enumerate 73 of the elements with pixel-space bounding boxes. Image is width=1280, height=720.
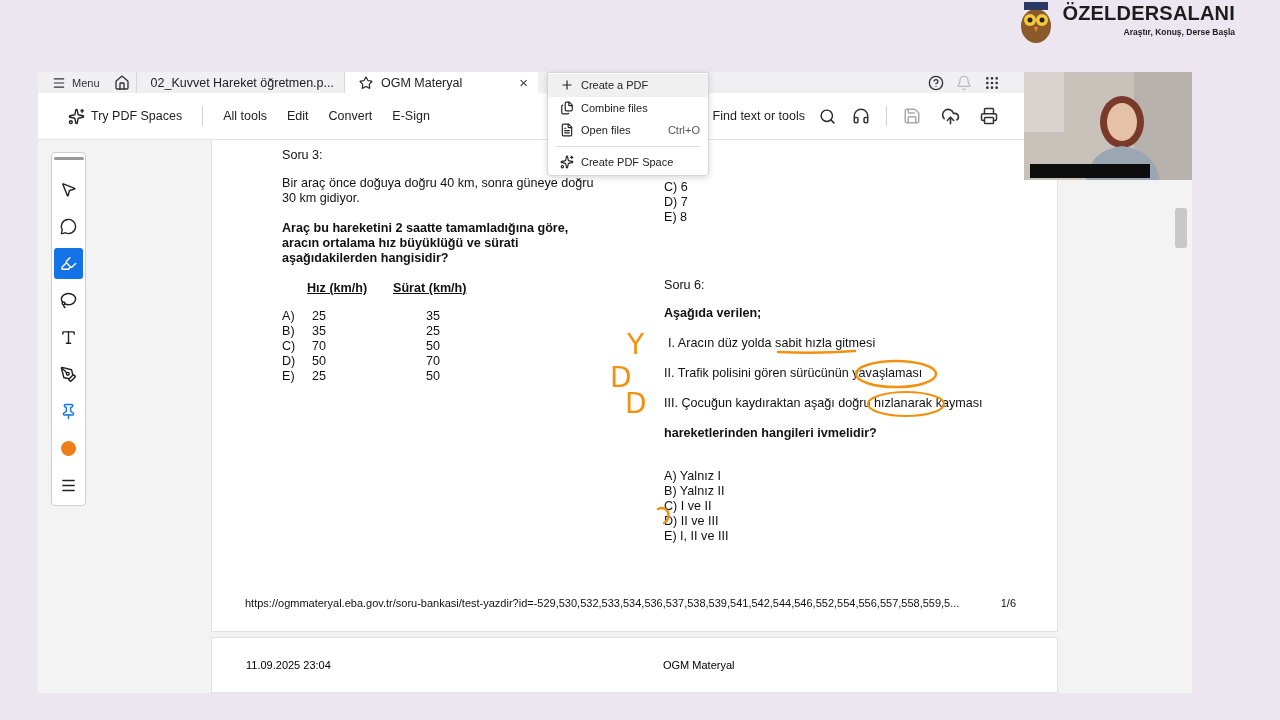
help-icon[interactable] — [928, 74, 944, 91]
answer-option: B) Yalnız II — [664, 484, 729, 499]
pointer-icon[interactable] — [60, 181, 77, 198]
document-icon[interactable] — [560, 123, 574, 138]
pin-icon[interactable] — [60, 403, 77, 420]
page-url: https://ogmmateryal.eba.gov.tr/soru-bankasi/test-yazdir?id=-529,530,532,533,534,536,537,538,539,541,542,544,546,552,554,556,557,558,559,5... — [245, 596, 960, 611]
color-dot-icon[interactable] — [61, 441, 76, 456]
answer-option: C) I ve II — [664, 499, 729, 514]
question-text: Bir araç önce doğuya doğru 40 km, sonra güneye doğru 30 km gidiyor. — [282, 176, 595, 206]
answer-option: A) Yalnız I — [664, 469, 729, 484]
menu-item[interactable]: Create a PDF — [548, 74, 708, 97]
headphones-icon[interactable] — [852, 107, 870, 125]
brand-name: ÖZELDERSALANI — [1062, 2, 1235, 25]
menu-button[interactable]: Menu — [38, 72, 108, 93]
question-intro: Aşağıda verilen; — [664, 306, 762, 321]
statement: I. Aracın düz yolda sabit hızla gitmesi — [667, 336, 876, 351]
sparkle-icon[interactable] — [560, 154, 574, 169]
grid-icon[interactable] — [984, 74, 1000, 91]
try-spaces-button[interactable]: Try PDF Spaces — [58, 101, 193, 131]
toolbar-menu[interactable]: Edit — [277, 101, 319, 131]
handwritten-mark: D — [625, 390, 647, 418]
star-icon[interactable] — [358, 75, 373, 90]
upload-icon[interactable] — [941, 106, 960, 126]
brand-tagline: Araştır, Konuş, Derse Başla — [1123, 27, 1235, 37]
table-cell-text: 50 — [311, 354, 327, 369]
home-icon[interactable] — [113, 74, 130, 91]
print-date: 11.09.2025 23:04 — [246, 659, 332, 671]
search-icon[interactable] — [819, 107, 836, 125]
answer-option: E) 8 — [664, 210, 688, 225]
close-tab-button[interactable]: × — [519, 74, 528, 91]
document-tab[interactable]: OGM Materyal × — [343, 72, 538, 93]
option-letter: B) — [282, 324, 296, 339]
answer-option: C) 6 — [664, 180, 688, 195]
handwritten-mark: D — [610, 364, 632, 392]
table-cell-text: 35 — [311, 324, 327, 339]
highlighter-icon[interactable] — [60, 255, 77, 272]
files-icon[interactable] — [560, 100, 574, 115]
table-cell-text: 70 — [311, 339, 327, 354]
sparkle-icon[interactable] — [68, 107, 85, 125]
question-prompt: hareketlerinden hangileri ivmelidir? — [664, 426, 877, 441]
column-header: Hız (km/h) — [307, 281, 369, 296]
option-letter: A) — [282, 309, 296, 324]
table-cell-text: 70 — [425, 354, 441, 369]
table-cell-text: 25 — [311, 369, 327, 384]
toolbar-menu[interactable]: All tools — [213, 101, 277, 131]
lasso-icon[interactable] — [60, 292, 77, 309]
table-cell-text: 25 — [425, 324, 441, 339]
table-cell-text: 35 — [425, 309, 441, 324]
table-cell-text: 25 — [311, 309, 327, 324]
table-cell-text: 50 — [425, 369, 441, 384]
option-letter: E) — [282, 369, 296, 384]
handwritten-mark: Y — [627, 331, 645, 359]
plus-icon[interactable] — [560, 78, 574, 93]
printer-icon[interactable] — [980, 107, 998, 125]
column-header: Sürat (km/h) — [393, 281, 468, 296]
question-title: Soru 6: — [664, 278, 705, 293]
answer-option: E) I, II ve III — [664, 529, 729, 544]
option-letter: D) — [282, 354, 297, 369]
option-letter: C) — [282, 339, 297, 354]
answer-option: D) 7 — [664, 195, 688, 210]
document-tab[interactable]: 02_Kuvvet Hareket öğretmen.p... — [135, 72, 344, 93]
page-number: 1/6 — [1000, 596, 1016, 611]
question-prompt: Araç bu hareketini 2 saatte tamamladığına göre, aracın ortalama hız büyüklüğü ve sürati aşağıdakilerden hangisidir? — [282, 221, 570, 266]
table-cell-text: 50 — [425, 339, 441, 354]
text-icon[interactable] — [60, 329, 77, 346]
comment-icon[interactable] — [60, 218, 77, 235]
toolbar-menu[interactable]: E-Sign — [382, 101, 440, 131]
menu-icon[interactable] — [60, 477, 77, 494]
page-header-title: OGM Materyal — [663, 659, 736, 671]
toolbar-menu[interactable]: Convert — [318, 101, 383, 131]
question-title: Soru 3: — [282, 148, 323, 163]
menu-item[interactable]: Create PDF Space — [548, 150, 708, 173]
pen-icon[interactable] — [60, 366, 77, 383]
